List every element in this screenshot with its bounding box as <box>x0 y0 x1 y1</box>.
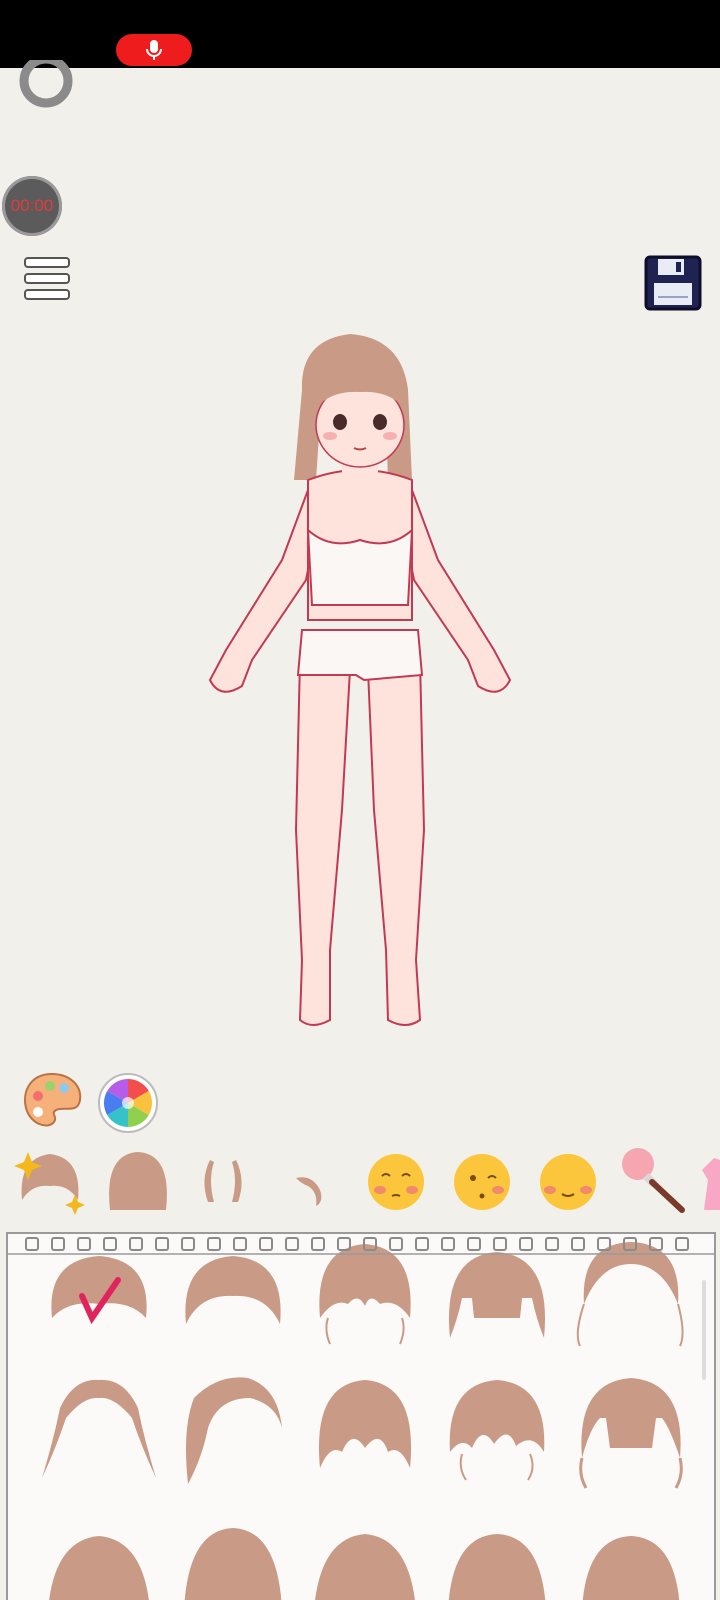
bangs-style-12-icon <box>184 1528 282 1600</box>
status-bar <box>0 0 720 68</box>
tab-ears[interactable] <box>186 1140 262 1224</box>
tab-hair-bangs[interactable] <box>12 1140 88 1224</box>
bangs-style-13-icon <box>315 1534 415 1600</box>
menu-button[interactable] <box>22 255 72 305</box>
tab-face-wink[interactable] <box>444 1140 520 1224</box>
hair-option-7[interactable] <box>168 1368 298 1498</box>
face-smile-icon <box>540 1154 596 1210</box>
timer-text: 00:00 <box>10 196 54 215</box>
bangs-style-4-icon <box>448 1252 546 1338</box>
bangs-style-7-icon <box>186 1377 282 1484</box>
face-blush-icon <box>368 1154 424 1210</box>
hamburger-menu-icon <box>24 257 70 300</box>
hair-option-2[interactable] <box>168 1238 298 1368</box>
bangs-style-6-icon <box>42 1379 156 1478</box>
hair-option-11[interactable] <box>34 1500 164 1600</box>
hair-option-9[interactable] <box>432 1368 562 1498</box>
hair-option-4[interactable] <box>432 1238 562 1368</box>
hair-option-13[interactable] <box>300 1500 430 1600</box>
character-figure <box>190 330 530 1050</box>
bangs-icon <box>14 1152 85 1215</box>
floppy-disk-icon <box>644 255 702 311</box>
bangs-style-10-icon <box>579 1378 683 1489</box>
ear-icon <box>296 1177 322 1206</box>
color-wheel-button[interactable] <box>97 1072 159 1134</box>
hair-back-icon <box>109 1152 167 1210</box>
bangs-style-8-icon <box>318 1380 412 1468</box>
tab-face-smile[interactable] <box>530 1140 606 1224</box>
microphone-icon <box>146 40 162 60</box>
hair-option-1[interactable] <box>34 1238 164 1368</box>
record-ring-icon[interactable] <box>17 54 77 110</box>
paint-palette-icon <box>24 1072 82 1127</box>
bangs-style-1-icon <box>51 1256 147 1325</box>
tab-hair-back[interactable] <box>100 1140 176 1224</box>
face-wink-icon <box>454 1154 510 1210</box>
bangs-style-14-icon <box>448 1534 546 1600</box>
hair-option-6[interactable] <box>34 1368 164 1498</box>
palette-button[interactable] <box>20 1070 84 1134</box>
bangs-style-9-icon <box>449 1380 545 1481</box>
tab-ear-single[interactable] <box>272 1140 348 1224</box>
ears-icon <box>204 1160 242 1202</box>
hair-option-8[interactable] <box>300 1368 430 1498</box>
hair-option-15[interactable] <box>566 1500 696 1600</box>
recording-timer[interactable]: 00:00 <box>2 176 62 236</box>
tab-makeup-brush[interactable] <box>616 1140 692 1224</box>
hair-option-10[interactable] <box>566 1368 696 1498</box>
spiral-binding-icon <box>6 1237 716 1255</box>
tab-face-blush[interactable] <box>358 1140 434 1224</box>
hair-option-14[interactable] <box>432 1500 562 1600</box>
bangs-style-15-icon <box>582 1536 680 1600</box>
sheet-scrollbar[interactable] <box>702 1280 706 1380</box>
makeup-brush-icon <box>622 1148 685 1213</box>
bangs-style-2-icon <box>185 1256 281 1324</box>
hair-options-sheet <box>6 1232 716 1600</box>
tab-clothing[interactable] <box>696 1140 720 1224</box>
color-wheel-icon <box>98 1073 158 1133</box>
clothing-icon <box>702 1158 720 1210</box>
hair-option-12[interactable] <box>168 1500 298 1600</box>
bangs-style-11-icon <box>49 1536 149 1600</box>
save-button[interactable] <box>644 255 702 311</box>
category-tabs <box>0 1140 720 1224</box>
notebook-binding <box>6 1234 716 1256</box>
screen-record-indicator[interactable] <box>116 34 192 66</box>
